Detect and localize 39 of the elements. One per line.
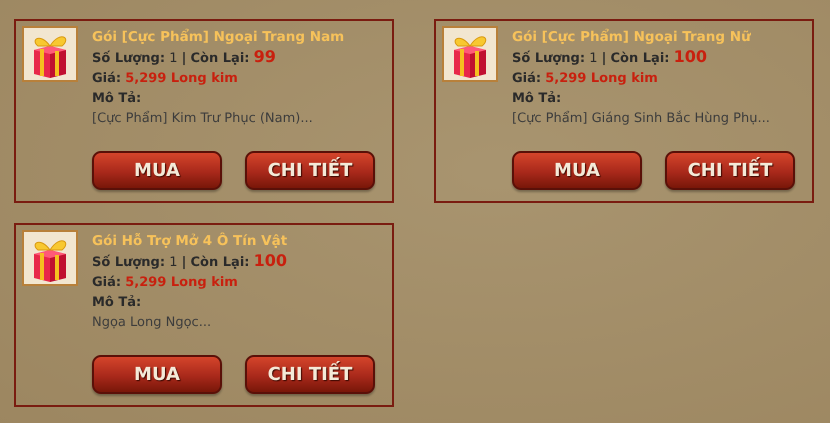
description-text: [Cực Phẩm] Giáng Sinh Bắc Hùng Phụ...: [512, 110, 770, 128]
quantity-label: Số Lượng:: [512, 51, 586, 66]
details-button[interactable]: CHI TIẾT: [245, 355, 375, 394]
price-value: 5,299 Long kim: [125, 71, 238, 86]
package-title: Gói [Cực Phẩm] Ngoại Trang Nam: [92, 28, 344, 47]
description-label: Mô Tả:: [92, 90, 142, 108]
remaining-label: Còn Lại:: [610, 51, 670, 66]
remaining-value: 99: [254, 47, 276, 66]
separator: |: [602, 51, 606, 66]
buy-button[interactable]: MUA: [92, 355, 222, 394]
quantity-label: Số Lượng:: [92, 51, 166, 66]
remaining-label: Còn Lại:: [190, 255, 250, 270]
price-value: 5,299 Long kim: [545, 71, 658, 86]
separator: |: [182, 255, 186, 270]
buy-button[interactable]: MUA: [92, 151, 222, 190]
description-label: Mô Tả:: [92, 294, 142, 312]
price-label: Giá:: [92, 71, 122, 86]
quantity-label: Số Lượng:: [92, 255, 166, 270]
quantity-value: 1: [589, 51, 598, 66]
quantity-value: 1: [169, 51, 178, 66]
buy-button[interactable]: MUA: [512, 151, 642, 190]
details-button[interactable]: CHI TIẾT: [245, 151, 375, 190]
price-label: Giá:: [92, 275, 122, 290]
gift-box-icon: [22, 26, 78, 82]
gift-box-icon: [442, 26, 498, 82]
description-label: Mô Tả:: [512, 90, 562, 108]
price-value: 5,299 Long kim: [125, 275, 238, 290]
description-text: [Cực Phẩm] Kim Trư Phục (Nam)...: [92, 110, 314, 128]
remaining-label: Còn Lại:: [190, 51, 250, 66]
separator: |: [182, 51, 186, 66]
gift-box-icon: [22, 230, 78, 286]
quantity-value: 1: [169, 255, 178, 270]
description-text: Ngọa Long Ngọc...: [92, 314, 212, 332]
price-label: Giá:: [512, 71, 542, 86]
remaining-value: 100: [254, 251, 288, 270]
remaining-value: 100: [674, 47, 708, 66]
package-title: Gói [Cực Phẩm] Ngoại Trang Nữ: [512, 28, 752, 47]
package-title: Gói Hỗ Trợ Mở 4 Ô Tín Vật: [92, 232, 288, 251]
details-button[interactable]: CHI TIẾT: [665, 151, 795, 190]
